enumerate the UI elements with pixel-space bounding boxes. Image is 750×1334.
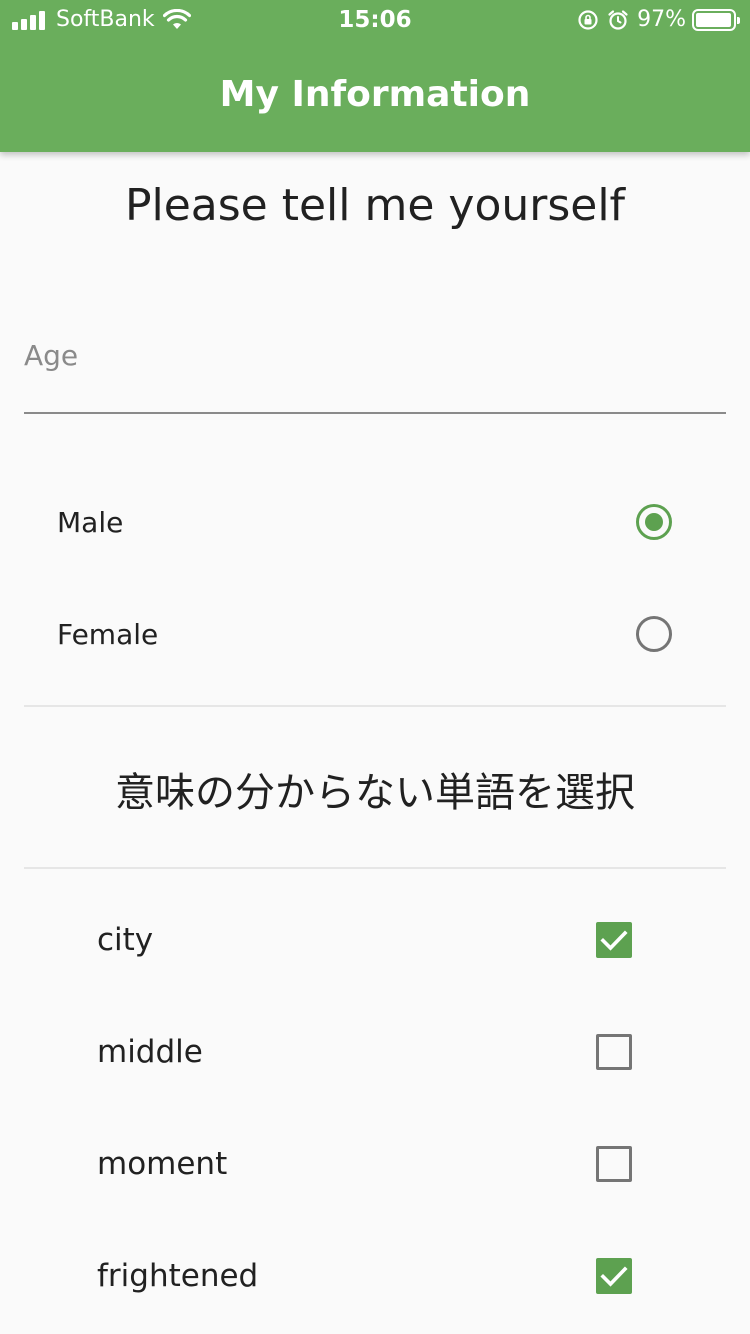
app-bar: SoftBank 15:06 97% My Information <box>0 0 750 152</box>
word-item-city[interactable]: city <box>24 890 726 990</box>
male-radio-button[interactable] <box>636 504 672 540</box>
word-label: moment <box>97 1146 228 1182</box>
checkmark-icon <box>600 1266 628 1287</box>
middle-checkbox[interactable] <box>596 1034 632 1070</box>
form-heading: Please tell me yourself <box>124 180 626 231</box>
gender-option-label: Female <box>57 617 159 651</box>
frightened-checkbox[interactable] <box>596 1258 632 1294</box>
gender-option-label: Male <box>57 505 124 539</box>
city-checkbox[interactable] <box>596 922 632 958</box>
moment-checkbox[interactable] <box>596 1146 632 1182</box>
battery-percent: 97% <box>637 7 686 32</box>
alarm-icon <box>608 9 628 30</box>
word-label: city <box>97 922 154 958</box>
word-item-frightened[interactable]: frightened <box>24 1226 726 1326</box>
word-item-middle[interactable]: middle <box>24 1002 726 1102</box>
word-label: frightened <box>97 1258 259 1294</box>
section-divider <box>24 867 726 869</box>
checkmark-icon <box>600 930 628 951</box>
orientation-lock-icon <box>578 9 598 30</box>
gender-option-female[interactable]: Female <box>24 584 726 684</box>
word-item-moment[interactable]: moment <box>24 1114 726 1214</box>
status-bar: SoftBank 15:06 97% <box>0 0 750 40</box>
age-input[interactable] <box>24 330 726 380</box>
app-title: My Information <box>219 74 531 115</box>
age-field[interactable] <box>24 330 726 414</box>
word-label: middle <box>97 1034 203 1070</box>
gender-option-male[interactable]: Male <box>24 472 726 572</box>
female-radio-button[interactable] <box>636 616 672 652</box>
section-divider <box>24 705 726 707</box>
battery-icon <box>692 8 740 31</box>
word-section-heading: 意味の分からない単語を選択 <box>115 770 635 816</box>
